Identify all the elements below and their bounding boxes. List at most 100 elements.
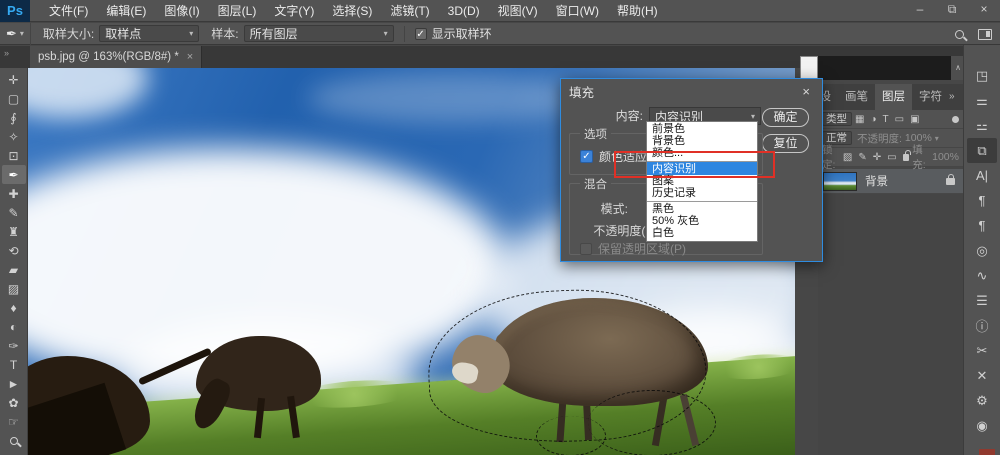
tool-button[interactable]: ⟲	[2, 241, 26, 260]
panel-tab[interactable]: 图层	[875, 84, 912, 110]
panel-dock-icon[interactable]: ✂	[967, 338, 997, 363]
panel-dock-icon[interactable]: ✕	[967, 363, 997, 388]
color-adaptation-checkbox[interactable]: ✓	[580, 150, 593, 163]
filter-icon[interactable]: ▦	[855, 114, 864, 125]
ok-button[interactable]: 确定	[762, 108, 809, 127]
filter-icon[interactable]: ◑	[870, 114, 876, 125]
panel-dock-icon[interactable]: ⚍	[967, 113, 997, 138]
dropdown-option[interactable]: 前景色	[647, 123, 757, 135]
lock-all-icon[interactable]	[903, 154, 910, 161]
tool-button[interactable]: ✚	[2, 184, 26, 203]
tool-button[interactable]	[2, 431, 26, 450]
dropdown-option[interactable]: 黑色	[647, 201, 757, 215]
menu-item[interactable]: 3D(D)	[439, 0, 489, 22]
menu-item[interactable]: 帮助(H)	[608, 0, 667, 22]
show-sampling-ring-checkbox[interactable]: ✓	[415, 28, 427, 40]
tool-button[interactable]: ✑	[2, 336, 26, 355]
layer-name: 背景	[865, 173, 946, 189]
panel-dock-icon[interactable]: ⚌	[967, 88, 997, 113]
document-tab[interactable]: psb.jpg @ 163%(RGB/8#) * ×	[30, 46, 202, 68]
menu-item[interactable]: 文件(F)	[40, 0, 97, 22]
dropdown-option[interactable]: 白色	[647, 227, 757, 239]
panel-dock-icon[interactable]: ¶	[967, 188, 997, 213]
tool-icon: T	[10, 358, 17, 372]
panel-dock-icon[interactable]: ⚙	[967, 388, 997, 413]
restore-button[interactable]: ⧉	[936, 0, 968, 20]
sample-label: 样本:	[211, 25, 238, 42]
panel-dock-icon[interactable]: ⓘ	[967, 313, 997, 338]
filter-type-select[interactable]: 类型	[822, 112, 852, 126]
tool-button[interactable]: ♜	[2, 222, 26, 241]
panel-dock-icon[interactable]: ◎	[967, 238, 997, 263]
lock-option-icon[interactable]: ▨	[843, 152, 852, 163]
workspace-switcher-icon[interactable]	[978, 29, 992, 40]
filter-icon[interactable]: T	[883, 114, 889, 125]
tool-button[interactable]: ♦	[2, 298, 26, 317]
tool-button[interactable]: ∮	[2, 108, 26, 127]
panel-tab[interactable]: 画笔	[838, 84, 875, 110]
tool-button[interactable]: ✒	[2, 165, 26, 184]
preserve-transparency-checkbox[interactable]	[580, 243, 592, 255]
sample-select[interactable]: 所有图层 ▾	[244, 25, 394, 42]
panel-dock-icon[interactable]: ◳	[967, 63, 997, 88]
layer-row-background[interactable]: 背景	[818, 169, 963, 193]
panel-dock-icon[interactable]: ☰	[967, 288, 997, 313]
tool-button[interactable]: ☞	[2, 412, 26, 431]
lock-option-icon[interactable]: ✛	[873, 152, 881, 163]
sample-size-select[interactable]: 取样点 ▾	[99, 25, 199, 42]
fill-dialog-titlebar[interactable]: 填充 ×	[561, 79, 822, 103]
tab-overflow-icon[interactable]: »	[4, 48, 8, 58]
minimize-button[interactable]: –	[904, 0, 936, 20]
lock-option-icon[interactable]: ✎	[858, 152, 866, 163]
tool-button[interactable]: ✛	[2, 70, 26, 89]
tool-button[interactable]: ◐	[2, 317, 26, 336]
tool-button[interactable]: ✎	[2, 203, 26, 222]
filter-toggle-icon[interactable]	[952, 116, 959, 123]
filter-icon[interactable]: ▭	[895, 114, 904, 125]
menu-item[interactable]: 文字(Y)	[265, 0, 323, 22]
panel-menu-icons[interactable]: » ≡	[949, 84, 964, 110]
tool-button[interactable]: ✿	[2, 393, 26, 412]
panel-dock-icon[interactable]: A|	[967, 163, 997, 188]
panel-dock-icon[interactable]: ¶	[967, 213, 997, 238]
menu-item[interactable]: 滤镜(T)	[381, 0, 438, 22]
active-tool-badge[interactable]: ✒ ▾	[0, 23, 31, 45]
dropdown-option[interactable]: 历史记录	[647, 187, 757, 199]
tool-button[interactable]: ►	[2, 374, 26, 393]
close-tab-icon[interactable]: ×	[187, 51, 193, 63]
panel-tab[interactable]: 字符	[912, 84, 949, 110]
color-swatch[interactable]	[800, 56, 818, 80]
dropdown-option[interactable]: 50% 灰色	[647, 215, 757, 227]
tool-icon: ✒	[8, 168, 18, 182]
highlight-annotation-box	[614, 151, 775, 178]
close-dialog-icon[interactable]: ×	[798, 84, 814, 99]
filter-icon[interactable]: ▣	[910, 114, 919, 125]
dock-icon-glyph: ⚙	[976, 393, 988, 409]
layer-thumbnail[interactable]	[823, 172, 857, 191]
menu-item[interactable]: 选择(S)	[323, 0, 381, 22]
cloud	[308, 73, 588, 123]
tool-button[interactable]: T	[2, 355, 26, 374]
panel-dock-icon[interactable]: ∿	[967, 263, 997, 288]
panel-dock-icon[interactable]: ◉	[967, 413, 997, 438]
tool-icon: ✛	[8, 73, 18, 87]
fill-value[interactable]: 100%	[932, 151, 959, 163]
dropdown-option[interactable]: 背景色	[647, 135, 757, 147]
tool-button[interactable]: ✧	[2, 127, 26, 146]
panel-dock-icon[interactable]: ⧉	[967, 138, 997, 163]
tool-icon: ✑	[8, 339, 18, 353]
menu-item[interactable]: 窗口(W)	[547, 0, 608, 22]
menu-item[interactable]: 图层(L)	[209, 0, 266, 22]
lock-option-icon[interactable]: ▭	[887, 152, 896, 163]
panel-icon-dock: ◳ ⚌ ⚍ ⧉ A| ¶ ¶	[963, 45, 1000, 455]
menu-item[interactable]: 视图(V)	[489, 0, 547, 22]
tool-button[interactable]: ⊡	[2, 146, 26, 165]
close-window-button[interactable]: ×	[968, 0, 1000, 20]
menu-item[interactable]: 图像(I)	[155, 0, 208, 22]
tool-button[interactable]: ▰	[2, 260, 26, 279]
menu-item[interactable]: 编辑(E)	[97, 0, 155, 22]
tool-button[interactable]: ▢	[2, 89, 26, 108]
search-icon[interactable]	[955, 30, 964, 39]
clipped-red-icon	[979, 449, 995, 455]
tool-button[interactable]: ▨	[2, 279, 26, 298]
